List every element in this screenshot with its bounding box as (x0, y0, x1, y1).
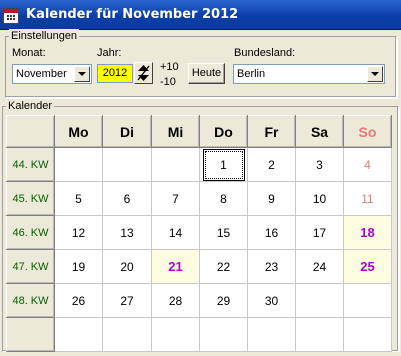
day-cell-highlighted[interactable]: 21 (151, 249, 200, 284)
year-label: Jahr: (97, 47, 122, 59)
day-cell (295, 317, 344, 352)
day-cell[interactable]: 27 (102, 283, 152, 318)
weekday-header-sunday: So (343, 115, 392, 148)
day-cell[interactable]: 28 (151, 283, 200, 318)
calendar-corner (6, 115, 55, 148)
day-cell (343, 317, 392, 352)
year-input[interactable]: 2012 (97, 64, 133, 83)
week-number[interactable]: 45. KW (6, 181, 55, 216)
chevron-down-icon (78, 72, 86, 76)
year-plus-ten[interactable]: +10 (160, 61, 179, 73)
day-cell[interactable]: 12 (54, 215, 103, 250)
month-dropdown-button[interactable] (74, 66, 90, 82)
state-label: Bundesland: (234, 47, 296, 59)
settings-legend: Einstellungen (9, 29, 80, 43)
day-cell (199, 317, 248, 352)
week-number[interactable]: 44. KW (6, 147, 55, 182)
state-dropdown-button[interactable] (367, 66, 383, 82)
week-number (6, 317, 55, 352)
year-spin-button[interactable] (134, 62, 153, 84)
day-cell (54, 317, 103, 352)
weekday-header: Fr (247, 115, 296, 148)
day-cell[interactable]: 17 (295, 215, 344, 250)
day-cell (151, 147, 200, 182)
today-marker: 1 (202, 148, 245, 181)
month-select[interactable]: November (12, 64, 92, 84)
week-number[interactable]: 48. KW (6, 283, 55, 318)
window-title: Kalender für November 2012 (26, 7, 239, 22)
calendar-legend: Kalender (6, 99, 55, 113)
day-cell[interactable]: 9 (247, 181, 296, 216)
weekday-header: Mi (151, 115, 200, 148)
weekday-header: Do (199, 115, 248, 148)
day-cell-today[interactable]: 1 (199, 147, 248, 182)
state-value: Berlin (237, 68, 266, 80)
month-value: November (16, 68, 67, 80)
day-cell[interactable]: 6 (102, 181, 152, 216)
day-cell (151, 317, 200, 352)
day-cell (102, 147, 152, 182)
day-cell[interactable]: 30 (247, 283, 296, 318)
weekday-header: Mo (54, 115, 103, 148)
day-cell[interactable]: 20 (102, 249, 152, 284)
state-select[interactable]: Berlin (233, 64, 385, 84)
calendar-grid: Mo Di Mi Do Fr Sa So 44. KW 1 2 3 4 45. … (6, 115, 392, 352)
day-cell (247, 317, 296, 352)
day-cell (295, 283, 344, 318)
day-cell[interactable]: 29 (199, 283, 248, 318)
day-cell[interactable]: 13 (102, 215, 152, 250)
day-cell[interactable]: 15 (199, 215, 248, 250)
day-cell[interactable]: 26 (54, 283, 103, 318)
day-cell (54, 147, 103, 182)
day-cell (102, 317, 152, 352)
weekday-header: Di (102, 115, 152, 148)
calendar-icon (3, 8, 19, 24)
day-cell-sunday[interactable]: 11 (343, 181, 392, 216)
day-cell[interactable]: 14 (151, 215, 200, 250)
today-button[interactable]: Heute (188, 63, 225, 84)
day-cell[interactable]: 24 (295, 249, 344, 284)
day-cell[interactable]: 19 (54, 249, 103, 284)
day-cell[interactable]: 10 (295, 181, 344, 216)
day-cell-highlighted[interactable]: 18 (343, 215, 392, 250)
week-number[interactable]: 47. KW (6, 249, 55, 284)
window-bottom-edge (0, 352, 401, 356)
weekday-header: Sa (295, 115, 344, 148)
chevron-down-icon (371, 72, 379, 76)
day-cell-sunday[interactable]: 4 (343, 147, 392, 182)
spin-arrows-icon (137, 65, 150, 81)
day-cell[interactable]: 16 (247, 215, 296, 250)
title-bar: Kalender für November 2012 (0, 0, 401, 30)
year-minus-ten[interactable]: -10 (160, 76, 176, 88)
month-label: Monat: (12, 47, 46, 59)
day-cell[interactable]: 2 (247, 147, 296, 182)
day-cell[interactable]: 23 (247, 249, 296, 284)
day-cell-highlighted[interactable]: 25 (343, 249, 392, 284)
day-cell[interactable]: 3 (295, 147, 344, 182)
day-cell[interactable]: 7 (151, 181, 200, 216)
day-cell[interactable]: 22 (199, 249, 248, 284)
day-cell[interactable]: 8 (199, 181, 248, 216)
week-number[interactable]: 46. KW (6, 215, 55, 250)
day-cell[interactable]: 5 (54, 181, 103, 216)
day-cell (343, 283, 392, 318)
